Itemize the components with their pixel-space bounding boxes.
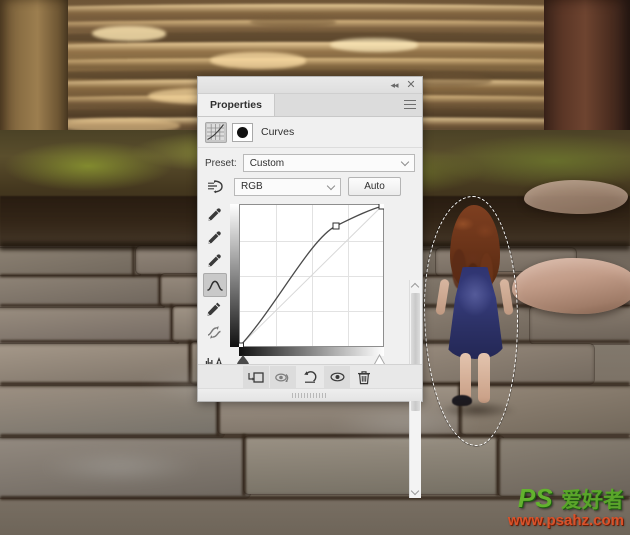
page-title: Curves	[261, 126, 295, 138]
auto-button[interactable]: Auto	[348, 177, 401, 196]
watermark-brand-cn: 爱好者	[561, 489, 624, 512]
hamburger-menu-icon[interactable]	[404, 100, 416, 110]
clip-to-layer-button[interactable]	[243, 366, 269, 388]
chevron-down-icon	[328, 183, 335, 190]
preset-dropdown[interactable]: Custom	[242, 154, 415, 172]
screenshot-root: ◂◂ ✕ Properties Curves Preset: Custom RG…	[0, 0, 630, 535]
close-icon[interactable]: ✕	[405, 80, 417, 91]
watermark: PS 爱好者 www.psahz.com	[478, 485, 624, 531]
tab-properties[interactable]: Properties	[198, 94, 275, 116]
resize-grip[interactable]	[198, 388, 422, 401]
curves-tool-column	[203, 204, 227, 374]
collapse-icon[interactable]: ◂◂	[388, 80, 400, 91]
girl-left-leg	[460, 353, 471, 401]
small-boulder	[524, 180, 628, 214]
view-previous-state-button[interactable]	[270, 366, 296, 388]
preset-label: Preset:	[205, 157, 237, 169]
right-pillar	[544, 0, 630, 150]
large-boulder	[512, 258, 630, 314]
preset-row: Preset: Custom	[198, 148, 422, 175]
smooth-curve-icon[interactable]	[203, 321, 225, 343]
girl-right-arm	[499, 278, 514, 316]
panel-footer	[198, 364, 422, 389]
panel-titlebar: ◂◂ ✕	[198, 77, 422, 94]
visibility-button[interactable]	[324, 366, 350, 388]
on-image-adjustment-icon[interactable]	[205, 178, 227, 195]
channel-dropdown[interactable]: RGB	[234, 177, 341, 196]
white-point-eyedropper[interactable]	[203, 204, 225, 226]
channel-row: RGB Auto	[198, 175, 422, 200]
watermark-brand: PS	[517, 483, 553, 513]
delete-button[interactable]	[351, 366, 377, 388]
curve-path[interactable]	[239, 204, 384, 347]
properties-panel[interactable]: ◂◂ ✕ Properties Curves Preset: Custom RG…	[197, 76, 423, 498]
chevron-up-icon[interactable]	[411, 282, 420, 291]
gray-point-eyedropper[interactable]	[203, 227, 225, 249]
girl-figure	[432, 205, 520, 420]
curve-tool[interactable]	[203, 273, 227, 297]
panel-tab-row: Properties	[198, 94, 422, 117]
output-gradient-bar	[230, 204, 239, 347]
input-gradient-bar	[239, 347, 384, 356]
girl-right-leg	[478, 353, 490, 403]
curves-graph[interactable]	[230, 204, 386, 368]
watermark-url: www.psahz.com	[507, 512, 624, 529]
curves-adjustment-icon[interactable]	[205, 121, 227, 143]
black-point-eyedropper[interactable]	[203, 250, 225, 272]
pencil-tool[interactable]	[203, 298, 225, 320]
girl-left-arm	[435, 278, 450, 316]
reset-button[interactable]	[297, 366, 323, 388]
layer-mask-thumbnail[interactable]	[232, 122, 253, 142]
chevron-down-icon[interactable]	[411, 487, 420, 496]
preset-value: Custom	[249, 157, 285, 169]
chevron-down-icon	[402, 159, 409, 166]
adjustment-header: Curves	[198, 117, 422, 148]
channel-value: RGB	[241, 181, 263, 192]
girl-shadow	[438, 401, 516, 419]
